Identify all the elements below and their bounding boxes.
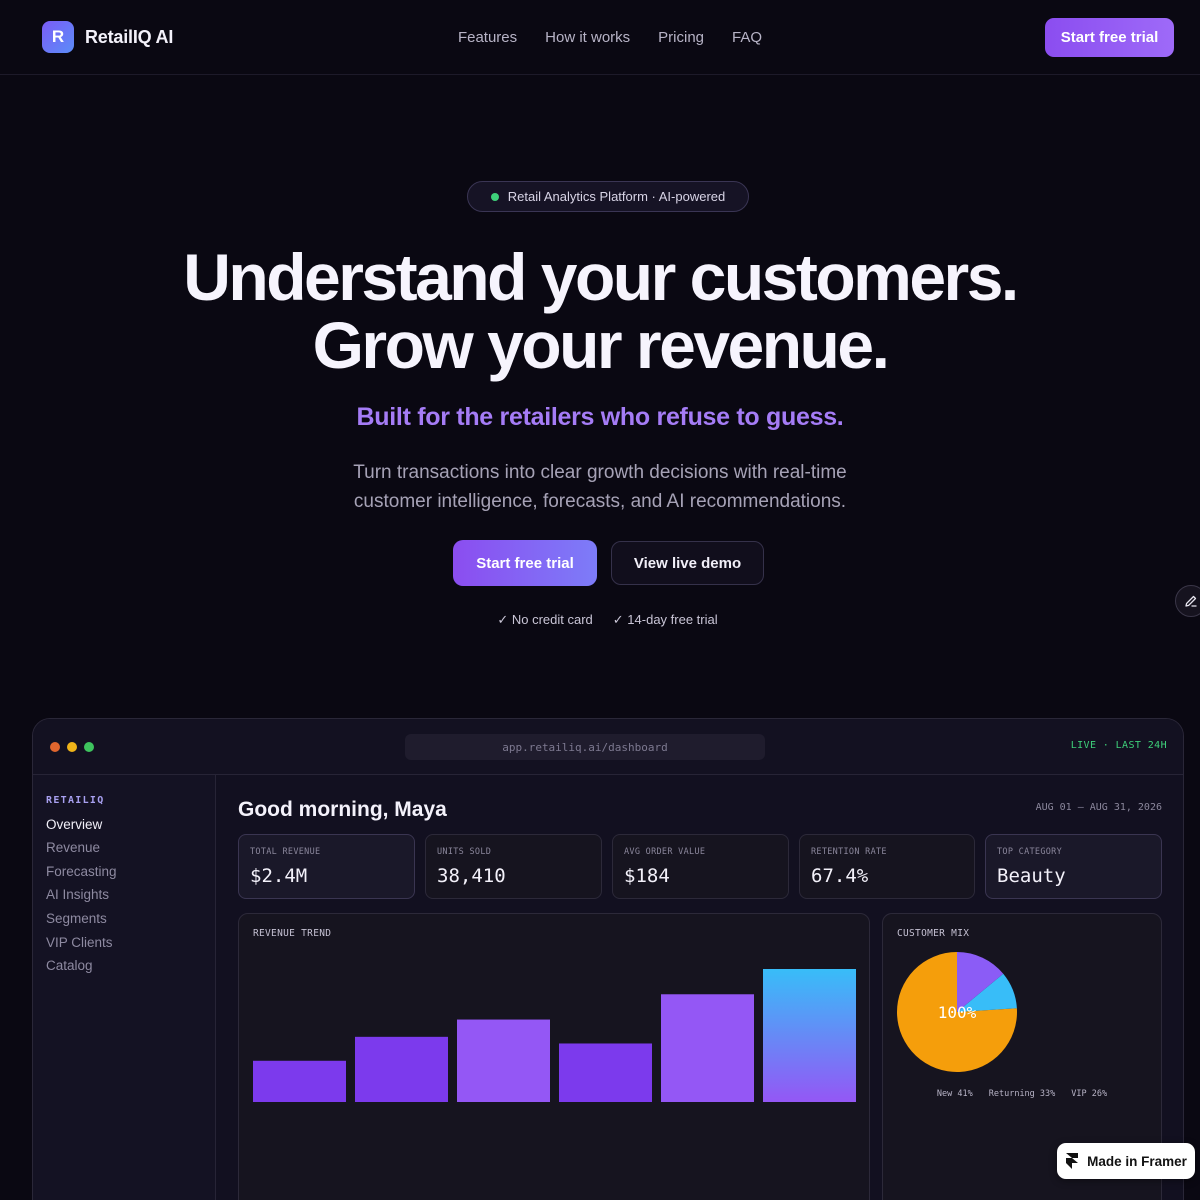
kpi-units-sold[interactable]: UNITS SOLD 38,410: [425, 834, 602, 899]
framer-badge-text: Made in Framer: [1087, 1153, 1187, 1169]
revenue-bar[interactable]: [661, 994, 754, 1102]
sidebar-item-ai-insights[interactable]: AI Insights: [46, 887, 109, 902]
kpi-retention-rate[interactable]: RETENTION RATE 67.4%: [799, 834, 975, 899]
revenue-bar[interactable]: [763, 969, 856, 1102]
view-live-demo-button[interactable]: View live demo: [611, 541, 764, 585]
kpi-label: RETENTION RATE: [811, 847, 887, 857]
window-close-dot[interactable]: [50, 742, 60, 752]
sidebar-item-overview[interactable]: Overview: [46, 817, 102, 832]
kpi-value: Beauty: [997, 865, 1066, 887]
window-maximize-dot[interactable]: [84, 742, 94, 752]
kpi-label: TOTAL REVENUE: [250, 847, 321, 857]
kpi-label: UNITS SOLD: [437, 847, 492, 857]
top-nav: R RetailIQ AI Features How it works Pric…: [0, 0, 1200, 75]
status-dot-icon: [490, 192, 499, 201]
revenue-bar-chart: [253, 969, 856, 1102]
revenue-trend-panel: REVENUE TREND: [238, 913, 870, 1200]
hero-badge-text: Retail Analytics Platform · AI-powered: [507, 189, 726, 204]
legend-item-returning: Returning 33%: [988, 1089, 1056, 1099]
revenue-bar[interactable]: [253, 1060, 346, 1102]
sidebar-item-vip-clients[interactable]: VIP Clients: [46, 935, 113, 950]
nav-link-how-it-works[interactable]: How it works: [545, 29, 630, 46]
kpi-top-category[interactable]: TOP CATEGORY Beauty: [985, 834, 1162, 899]
nav-start-trial-button[interactable]: Start free trial: [1045, 18, 1174, 57]
kpi-label: TOP CATEGORY: [997, 847, 1063, 857]
url-bar[interactable]: app.retailiq.ai/dashboard: [405, 734, 765, 760]
sidebar-brand: RETAILIQ: [46, 795, 105, 806]
kpi-total-revenue[interactable]: TOTAL REVENUE $2.4M: [238, 834, 415, 899]
check-no-credit-card: ✓ No credit card: [497, 612, 593, 627]
check-free-trial: ✓ 14-day free trial: [612, 612, 718, 627]
hero-badge: Retail Analytics Platform · AI-powered: [467, 181, 749, 212]
dashboard-greeting: Good morning, Maya: [238, 798, 447, 821]
kpi-value: 67.4%: [811, 865, 869, 887]
framer-logo-icon: [1066, 1153, 1079, 1169]
window-minimize-dot[interactable]: [67, 742, 77, 752]
legend-item-new: New 41%: [936, 1089, 973, 1099]
hero-title: Understand your customers. Grow your rev…: [0, 243, 1200, 379]
dashboard-window: app.retailiq.ai/dashboard LIVE · LAST 24…: [32, 718, 1184, 1200]
live-indicator: LIVE · LAST 24H: [1070, 740, 1167, 751]
kpi-label: AVG ORDER VALUE: [624, 847, 706, 857]
sidebar-item-revenue[interactable]: Revenue: [46, 840, 100, 855]
kpi-value: 38,410: [437, 865, 506, 887]
revenue-bar[interactable]: [355, 1036, 448, 1102]
date-range[interactable]: AUG 01 — AUG 31, 2026: [1036, 802, 1162, 813]
hero-description: Turn transactions into clear growth deci…: [353, 462, 847, 512]
nav-links: Features How it works Pricing FAQ: [0, 29, 1200, 46]
made-in-framer-badge[interactable]: Made in Framer: [1057, 1143, 1195, 1179]
revenue-bar[interactable]: [457, 1019, 550, 1102]
nav-link-faq[interactable]: FAQ: [732, 29, 762, 46]
hero-title-line2: Grow your revenue.: [312, 308, 890, 382]
kpi-value: $184: [624, 865, 670, 887]
nav-link-pricing[interactable]: Pricing: [658, 29, 704, 46]
legend-item-vip: VIP 26%: [1071, 1089, 1108, 1099]
window-titlebar: app.retailiq.ai/dashboard LIVE · LAST 24…: [33, 719, 1183, 775]
kpi-value: $2.4M: [250, 865, 308, 887]
hero-title-line1: Understand your customers.: [183, 240, 1019, 314]
customer-mix-pie-chart: 100%: [897, 952, 1017, 1072]
pencil-icon: [1185, 595, 1197, 607]
revenue-bar[interactable]: [559, 1043, 652, 1102]
hero-subtitle: Built for the retailers who refuse to gu…: [356, 403, 844, 431]
sidebar-item-segments[interactable]: Segments: [46, 911, 107, 926]
start-free-trial-button[interactable]: Start free trial: [453, 540, 597, 586]
kpi-avg-order-value[interactable]: AVG ORDER VALUE $184: [612, 834, 789, 899]
dashboard-sidebar: RETAILIQ Overview Revenue Forecasting AI…: [33, 775, 216, 1200]
nav-link-features[interactable]: Features: [458, 29, 517, 46]
pie-center-label: 100%: [938, 1003, 977, 1022]
pie-legend: New 41% Returning 33% VIP 26%: [883, 1089, 1161, 1099]
sidebar-item-catalog[interactable]: Catalog: [46, 958, 93, 973]
hero-checks: ✓ No credit card ✓ 14-day free trial: [0, 612, 1200, 628]
sidebar-item-forecasting[interactable]: Forecasting: [46, 864, 117, 879]
edit-button[interactable]: [1175, 585, 1200, 617]
